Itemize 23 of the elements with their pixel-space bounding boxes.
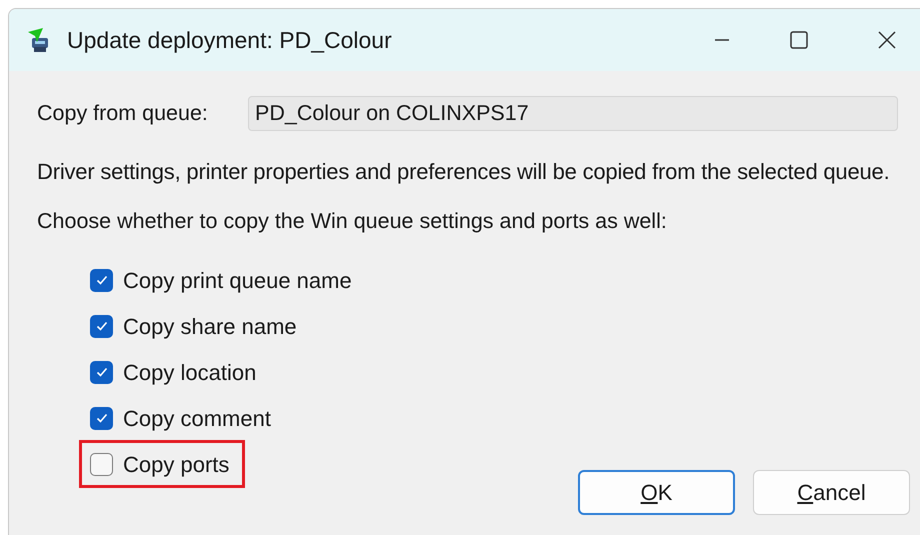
checkbox[interactable] [90, 268, 113, 292]
field-label: Copy from queue: [37, 100, 209, 128]
checkbox[interactable] [90, 360, 113, 384]
checkbox-label: Copy share name [123, 312, 297, 341]
close-icon[interactable] [878, 31, 896, 49]
check-icon [94, 319, 108, 334]
window-title: Update deployment: PD_Colour [67, 26, 392, 55]
dialog-button[interactable]: OK [578, 470, 735, 515]
checkbox[interactable] [90, 452, 113, 476]
checkbox-label: Copy ports [123, 450, 230, 479]
check-icon [94, 273, 108, 288]
check-icon [94, 365, 108, 380]
prompt-text: Choose whether to copy the Win queue settings and ports as well: [37, 208, 668, 235]
dialog-button[interactable]: Cancel [753, 470, 910, 515]
maximize-icon[interactable] [790, 31, 808, 49]
queue-field[interactable]: PD_Colour on COLINXPS17 [248, 96, 898, 131]
checkbox[interactable] [90, 406, 113, 430]
checkbox-label: Copy comment [123, 404, 271, 433]
check-icon [94, 411, 108, 426]
checkbox[interactable] [90, 314, 113, 338]
description-text: Driver settings, printer properties and preferences will be copied from the selected queue. [37, 158, 890, 186]
checkbox-label: Copy print queue name [123, 266, 352, 295]
checkbox-label: Copy location [123, 358, 256, 387]
